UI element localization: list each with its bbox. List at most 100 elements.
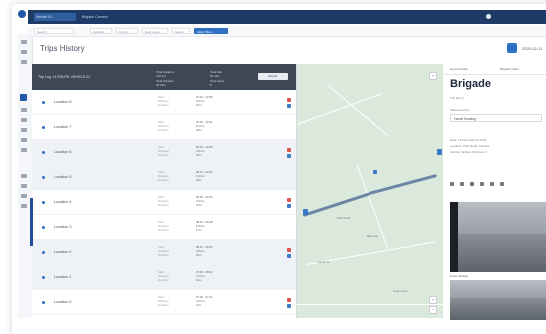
sidebar-reports-icon[interactable]: [21, 108, 27, 112]
zoom-icon[interactable]: [480, 182, 484, 186]
trip-meta-value: 18m: [196, 178, 202, 182]
filter-drivers[interactable]: Drivers: [116, 28, 138, 34]
sidebar-drivers-icon[interactable]: [21, 138, 27, 142]
sidebar-alerts-icon[interactable]: [21, 118, 27, 122]
trip-meta-values: 08:31 - 08:48 5.9 km 17m: [196, 220, 212, 232]
fullscreen-icon[interactable]: [500, 182, 504, 186]
event-alert-icon[interactable]: [287, 248, 291, 252]
sidebar-vehicles-icon[interactable]: [21, 148, 27, 152]
map-zoom-out-icon[interactable]: −: [429, 306, 437, 314]
forward-icon[interactable]: [470, 182, 474, 186]
trip-meta-labels: Start Distance Duration: [158, 295, 169, 307]
user-avatar-icon[interactable]: [486, 14, 491, 19]
trip-meta-label: Duration: [158, 203, 169, 207]
detail-tabs: Event Details Brigade Video: [444, 64, 546, 75]
sidebar-settings-icon[interactable]: [21, 174, 27, 178]
trip-meta-label: Duration: [158, 178, 169, 182]
filter-search[interactable]: Search: [34, 28, 74, 34]
trip-row[interactable]: Location 4 Start Distance Duration 08:55 - 0…: [32, 190, 296, 215]
map-road: [297, 304, 443, 305]
trip-row[interactable]: Location 1 Start Distance Duration 07:48 - 0…: [32, 265, 296, 290]
stat-distance-value: 128 km: [156, 74, 166, 78]
trip-meta-labels: Start Distance Duration: [158, 245, 169, 257]
rewind-icon[interactable]: [450, 182, 454, 186]
secondary-menu[interactable]: Brigade Connect: [82, 13, 112, 21]
video-event-icon[interactable]: [287, 154, 291, 158]
left-sidebar: [18, 34, 33, 318]
event-select[interactable]: Harsh Braking: [450, 114, 542, 122]
calendar-icon[interactable]: [507, 43, 517, 53]
filter-status[interactable]: Status: [172, 28, 190, 34]
trip-row[interactable]: Location 8 Start Distance Duration 10:42 - 1…: [32, 90, 296, 115]
trip-row[interactable]: Location 3 Start Distance Duration 08:31 - 0…: [32, 215, 296, 240]
tab-event-details[interactable]: Event Details: [450, 67, 468, 71]
trip-list-title: Trip Log: 11 ROUTE VEHICLE 01: [38, 75, 91, 79]
apply-filters-button[interactable]: Apply filters: [194, 28, 228, 34]
play-icon[interactable]: [460, 182, 464, 186]
trip-meta-labels: Start Distance Duration: [158, 170, 169, 182]
trip-end-marker[interactable]: [437, 149, 442, 155]
trip-meta-labels: Start Distance Duration: [158, 195, 169, 207]
app-logo-icon: [18, 10, 26, 18]
sidebar-trips-icon[interactable]: [20, 94, 27, 101]
trip-point-icon: [42, 251, 45, 254]
video-frame: [450, 233, 546, 272]
trip-point-icon: [42, 126, 45, 129]
event-alert-icon[interactable]: [287, 148, 291, 152]
map-zoom-in-icon[interactable]: +: [429, 296, 437, 304]
sidebar-logout-icon[interactable]: [21, 204, 27, 208]
trip-meta-label: Duration: [158, 303, 169, 307]
vehicle-select[interactable]: Vehicle 01: [34, 13, 76, 21]
trip-meta-labels: Start Distance Duration: [158, 120, 169, 132]
video-event-icon[interactable]: [287, 254, 291, 258]
sidebar-map-icon[interactable]: [21, 50, 27, 54]
trip-meta-value: 11m: [196, 303, 202, 307]
sidebar-home-icon[interactable]: [21, 40, 27, 44]
sidebar-video-icon[interactable]: [21, 128, 27, 132]
trip-meta-value: 29m: [196, 128, 202, 132]
event-alert-icon[interactable]: [287, 198, 291, 202]
trip-location: Location 2: [54, 250, 72, 254]
page-title: Trips History: [40, 44, 85, 53]
trip-location: Location 1: [54, 275, 72, 279]
map-fullscreen-icon[interactable]: +: [429, 72, 437, 80]
rear-camera-video[interactable]: [450, 280, 546, 320]
sidebar-help-icon[interactable]: [21, 184, 27, 188]
trip-row[interactable]: Location 2 Start Distance Duration 08:10 - 0…: [32, 240, 296, 265]
trip-row[interactable]: Location 5 Start Distance Duration 09:12 - 0…: [32, 165, 296, 190]
trip-meta-values: 10:02 - 10:31 8.1 km 29m: [196, 120, 212, 132]
trip-point-icon: [42, 151, 45, 154]
video-event-icon[interactable]: [287, 104, 291, 108]
sidebar-list-icon[interactable]: [21, 60, 27, 64]
filter-date-range[interactable]: Date range: [142, 28, 168, 34]
event-alert-icon[interactable]: [287, 98, 291, 102]
sidebar-user-icon[interactable]: [21, 194, 27, 198]
trip-meta-values: 07:48 - 08:02 4.1 km 14m: [196, 270, 212, 282]
trip-start-marker[interactable]: [303, 209, 308, 215]
event-marker[interactable]: [373, 170, 377, 174]
video-frame: [450, 280, 546, 298]
filter-vehicles[interactable]: Vehicles: [90, 28, 112, 34]
trip-row[interactable]: Location 6 Start Distance Duration 09:40 - 0…: [32, 140, 296, 165]
date-label: 2020-02-11: [522, 46, 543, 51]
trip-row[interactable]: Location 7 Start Distance Duration 10:02 - 1…: [32, 115, 296, 140]
trip-map[interactable]: Park Road Mill Lane Church St Green Lane…: [297, 64, 443, 318]
stat-stops-value: 8: [210, 83, 212, 87]
front-camera-video[interactable]: [450, 202, 546, 272]
tab-brigade-video[interactable]: Brigade Video: [500, 67, 519, 71]
video-frame: [450, 298, 546, 320]
field-label: Selected event: [450, 108, 470, 112]
map-label: Mill Lane: [367, 234, 379, 238]
event-alert-icon[interactable]: [287, 298, 291, 302]
download-icon[interactable]: [490, 182, 494, 186]
trip-meta-label: Duration: [158, 153, 169, 157]
event-detail-panel: Event Details Brigade Video Brigade Trip…: [444, 64, 546, 320]
video-event-icon[interactable]: [287, 204, 291, 208]
video-event-icon[interactable]: [287, 304, 291, 308]
export-button[interactable]: Export: [258, 73, 288, 80]
front-camera-caption: Front camera: [450, 274, 468, 278]
trip-location: Location 7: [54, 125, 72, 129]
trip-location: Location 0: [54, 300, 72, 304]
trip-meta-labels: Start Distance Duration: [158, 95, 169, 107]
trip-row[interactable]: Location 0 Start Distance Duration 07:30 - 0…: [32, 290, 296, 315]
